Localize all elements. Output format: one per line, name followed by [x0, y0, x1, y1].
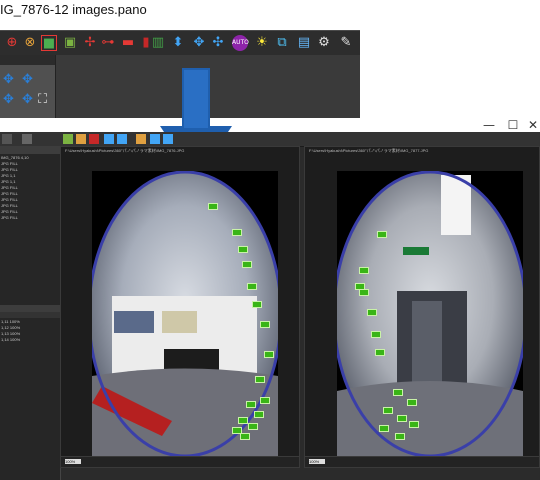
list-item[interactable]: JPG FILL: [1, 215, 57, 221]
control-point[interactable]: [238, 417, 248, 424]
control-point[interactable]: [359, 289, 369, 296]
minimize-button[interactable]: —: [482, 118, 496, 132]
control-point[interactable]: [242, 261, 252, 268]
target-icon[interactable]: ✣: [210, 35, 226, 51]
control-point[interactable]: [407, 399, 417, 406]
control-point[interactable]: [393, 389, 403, 396]
toolbar-nav-icon[interactable]: [117, 134, 127, 144]
toolbar-nav-icon[interactable]: [104, 134, 114, 144]
zoom-field[interactable]: 100%: [65, 459, 81, 464]
grid-icon[interactable]: ⊶: [100, 35, 116, 51]
control-point[interactable]: [208, 203, 218, 210]
navigate-icon[interactable]: ⬍: [170, 35, 186, 51]
toolbar-auto-icon[interactable]: [136, 134, 146, 144]
zoom-field[interactable]: 100%: [309, 459, 325, 464]
nodes-icon[interactable]: ✥: [191, 35, 207, 51]
toolbar-nav-icon[interactable]: [163, 134, 173, 144]
right-image-viewer[interactable]: F:\Users\Hyakushi\Pictures\360°パノ\パノラマ素材…: [304, 146, 540, 468]
viewer-path: F:\Users\Hyakushi\Pictures\360°パノ\パノラマ素材…: [65, 148, 185, 153]
fullscreen-icon[interactable]: ▥: [150, 35, 166, 51]
wrench-icon[interactable]: ✎: [338, 35, 354, 51]
main-toolbar: ⊕ ⊗ ■ ▣ ✢ ⊶ ▬ ▮ ▥ ⬍ ✥ ✣ AUTO ☀ ⧉ ▤ ⚙ ✎: [0, 30, 360, 56]
toolbar-thumb-icon[interactable]: [63, 134, 73, 144]
control-point[interactable]: [254, 411, 264, 418]
panel-expand-icon[interactable]: ⛶: [38, 92, 47, 107]
control-point[interactable]: [379, 425, 389, 432]
control-point[interactable]: [252, 301, 262, 308]
rainbow-icon[interactable]: ☀: [254, 35, 270, 51]
control-point[interactable]: [359, 267, 369, 274]
layers-icon[interactable]: ⧉: [274, 35, 290, 51]
adjust-icon[interactable]: ▣: [62, 35, 78, 51]
viewer-statusbar: 100%: [305, 456, 539, 467]
control-point[interactable]: [238, 246, 248, 253]
fisheye-photo[interactable]: [337, 171, 523, 457]
viewer-statusbar: 100%: [61, 456, 299, 467]
edit-icon[interactable]: ▬: [120, 35, 136, 51]
forward-icon[interactable]: [22, 134, 32, 144]
list-item[interactable]: 1,14 100%: [1, 337, 57, 343]
close-button[interactable]: ✕: [526, 118, 540, 132]
settings-icon[interactable]: ⚙: [316, 35, 332, 51]
crosshair-icon[interactable]: ⊕: [4, 35, 20, 51]
toolbar-nav-icon[interactable]: [150, 134, 160, 144]
tools-panel-header: [0, 55, 55, 65]
control-point[interactable]: [383, 407, 393, 414]
control-point[interactable]: [397, 415, 407, 422]
window-title: IG_7876-12 images.pano: [0, 2, 147, 17]
control-point[interactable]: [367, 309, 377, 316]
control-point[interactable]: [371, 331, 381, 338]
control-point[interactable]: [375, 349, 385, 356]
toolbar-thumb-icon[interactable]: [76, 134, 86, 144]
fill-icon[interactable]: ■: [41, 35, 57, 51]
control-point[interactable]: [255, 376, 265, 383]
auto-icon[interactable]: AUTO: [232, 35, 249, 51]
control-point[interactable]: [260, 321, 270, 328]
control-point[interactable]: [264, 351, 274, 358]
panel-nav-icon[interactable]: ✥: [3, 72, 14, 87]
viewer-path: F:\Users\Hyakushi\Pictures\360°パノ\パノラマ素材…: [309, 148, 429, 153]
control-point[interactable]: [247, 283, 257, 290]
stitch-icon[interactable]: ⊗: [22, 35, 38, 51]
control-point[interactable]: [232, 229, 242, 236]
image-list-header: [0, 146, 60, 154]
lower-panel-columns: [0, 312, 60, 318]
panel-move-icon[interactable]: ✥: [22, 72, 33, 87]
panel-nodes-icon[interactable]: ✥: [3, 92, 14, 107]
control-point[interactable]: [395, 433, 405, 440]
control-point[interactable]: [377, 231, 387, 238]
fisheye-photo[interactable]: [92, 171, 278, 457]
export-icon[interactable]: ✢: [82, 35, 98, 51]
lower-panel-header: [0, 305, 60, 312]
project-icon[interactable]: ▤: [296, 35, 312, 51]
play-icon[interactable]: [2, 134, 12, 144]
toolbar-thumb-icon[interactable]: [89, 134, 99, 144]
control-point[interactable]: [409, 421, 419, 428]
control-point[interactable]: [246, 401, 256, 408]
left-image-viewer[interactable]: F:\Users\Hyakushi\Pictures\360°パノ\パノラマ素材…: [60, 146, 300, 468]
panel-target-icon[interactable]: ✥: [22, 92, 33, 107]
control-point[interactable]: [248, 423, 258, 430]
control-point[interactable]: [260, 397, 270, 404]
maximize-button[interactable]: ☐: [506, 118, 520, 132]
control-point[interactable]: [240, 433, 250, 440]
